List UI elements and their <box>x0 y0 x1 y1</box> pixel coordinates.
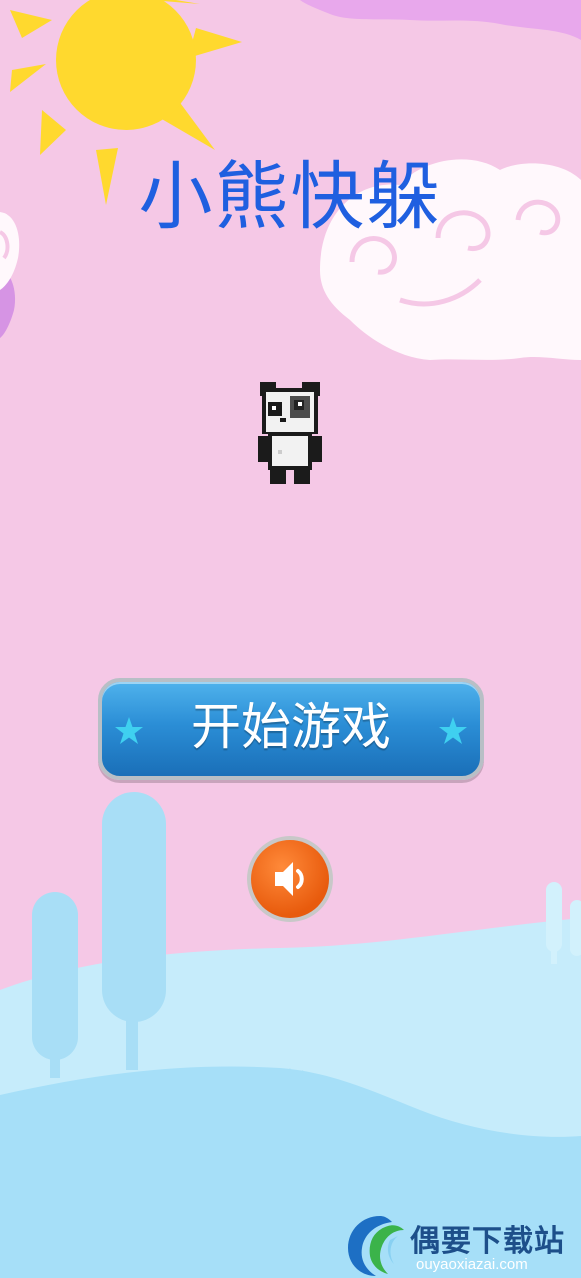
game-title: 小熊快躲 <box>138 154 443 240</box>
panda-character <box>258 382 322 484</box>
site-url: ouyaoxiazai.com <box>416 1256 528 1273</box>
start-game-label: 开始游戏 <box>191 698 391 756</box>
site-logo-icon <box>348 1216 404 1276</box>
site-watermark: 偶要下载站 ouyaoxiazai.com <box>340 1212 580 1278</box>
start-game-button[interactable]: 开始游戏 <box>98 678 484 780</box>
purple-cloud <box>300 0 581 40</box>
sound-toggle-button[interactable] <box>247 836 333 922</box>
sound-button-face <box>251 840 329 918</box>
tree-short <box>32 892 78 1078</box>
star-icon <box>439 717 467 744</box>
speaker-icon <box>275 862 304 896</box>
site-name: 偶要下载站 <box>410 1224 565 1259</box>
